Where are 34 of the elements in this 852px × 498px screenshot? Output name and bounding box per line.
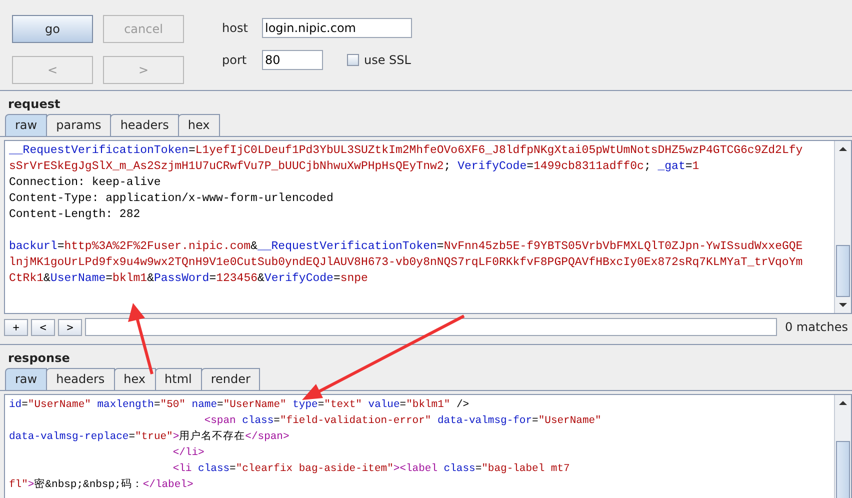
code-line: Content-Length: 282 [9,207,142,223]
code-line: CtRk1&UserName=bklm1&PassWord=123456&VerifyCode=snpe [9,271,369,287]
host-field[interactable]: login.nipic.com [262,18,412,38]
code-line: data-valmsg-replace="true">用户名不存在</span> [9,429,290,445]
code-line: sSrVrESkEgJgSlX_m_As2SzjmH1U7uCRwfVu7P_bUUCjbNhwuXwPHpHsQEyTnw2; VerifyCode=1499cb8311adff0c; _gat=1 [9,159,700,175]
search-nav-button[interactable]: > [58,318,82,336]
code-line: fl">密&nbsp;&nbsp;码：</label> [9,477,194,493]
response-tab[interactable]: raw [5,368,48,390]
code-line: <span class="field-validation-error" data-valmsg-for="UserName" [203,414,602,429]
code-line: backurl=http%3A%2F%2Fuser.nipic.com&__RequestVerificationToken=NvFnn45zb5E-f9YBTS05VrbVbFMXLQlT0ZJpn-YwISsudWxxeGQE [9,239,804,255]
ssl-checkbox[interactable] [347,54,359,66]
search-nav-button[interactable]: + [4,318,28,336]
code-line: </li> [172,446,206,461]
search-field[interactable] [85,318,777,336]
toolbar-button[interactable]: go [12,15,93,43]
code-line: id="UserName" maxlength="50" name="UserName" type="text" value="bklm1" /> [9,398,470,413]
code-line: Content-Type: application/x-www-form-urlencoded [9,191,334,207]
response-title: response [7,351,71,367]
scrollbar[interactable] [834,141,851,313]
port-field[interactable]: 80 [262,50,323,70]
code-line: __RequestVerificationToken=L1yefIjC0LDeuf1Pd3YbUL3SUZtkIm2MhfeOVo6XF6_J8ldfpNKgXtai05pWtUmNotsDHZ5wzP4GTCG6c9Zd2Lfy [9,143,804,159]
response-tab[interactable]: render [200,368,260,390]
host-label: host [222,21,249,35]
code-line: Connection: keep-alive [9,175,162,191]
code-line: lnjMK1goUrLPd9fx9u4w9wx2TQnH9V1e0CutSub0yndEQJlAUV8H673-vb0y8nNQS7rqLF0RKkfvF8PGPQAVfHBxcIy0Ex872sRq7KLMYaT_trVqoYm [9,255,804,271]
search-nav-button[interactable]: < [31,318,55,336]
request-title: request [7,97,62,113]
port-label: port [222,53,248,67]
request-tab[interactable]: hex [178,114,220,136]
ssl-label: use SSL [364,53,411,67]
code-line: <li class="clearfix bag-aside-item"><label class="bag-label mt7 [172,462,571,477]
annotation-arrow [128,303,154,374]
match-count: 0 matches [784,320,848,334]
request-tab[interactable]: raw [5,114,48,136]
